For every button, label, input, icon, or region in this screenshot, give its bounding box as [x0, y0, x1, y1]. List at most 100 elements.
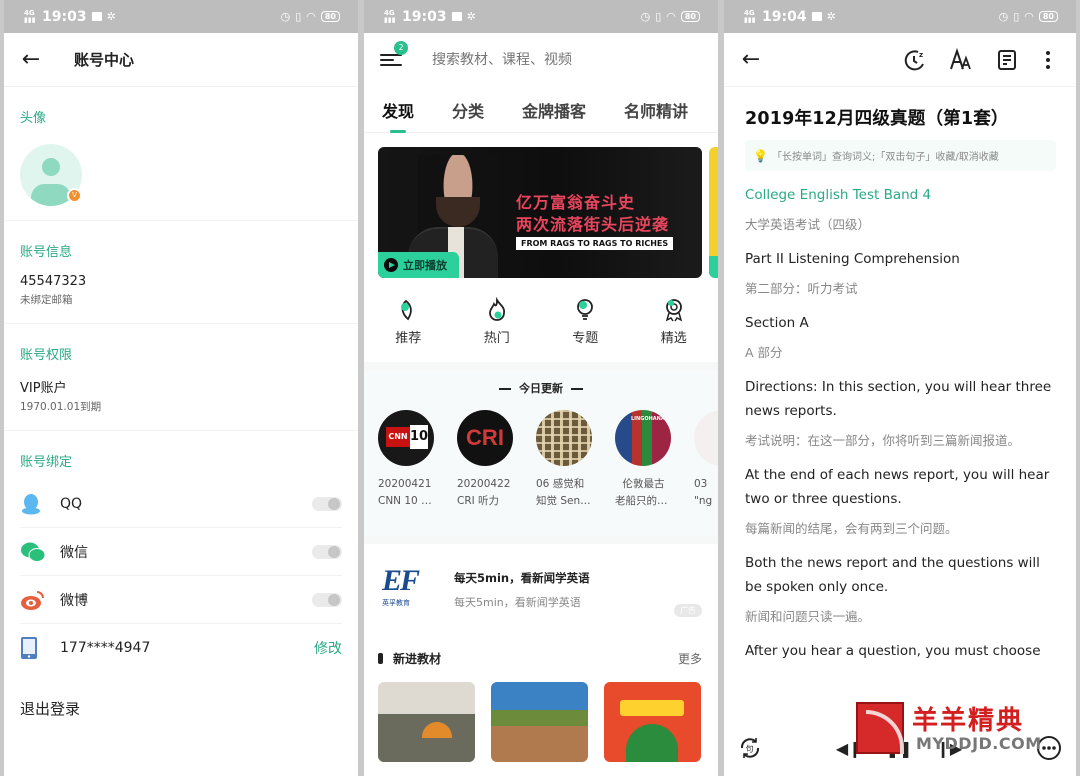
sentence-en[interactable]: Directions: In this section, you will he…: [745, 375, 1056, 423]
menu-button[interactable]: 2: [380, 41, 408, 69]
nav-hot[interactable]: 热门: [467, 297, 527, 346]
sentence-loop-button[interactable]: 句: [738, 736, 762, 760]
lightbulb-icon: [577, 299, 594, 320]
banner-headline-1: 亿万富翁奋斗史: [516, 193, 636, 212]
nav-featured[interactable]: 精选: [644, 297, 704, 346]
banner-carousel[interactable]: 亿万富翁奋斗史 两次流落街头后逆袭 FROM RAGS TO RAGS TO R…: [364, 147, 718, 287]
previous-button[interactable]: ◀❙: [836, 739, 862, 758]
item-cover: [536, 410, 592, 466]
avatar-body-icon: [31, 184, 71, 206]
sentence-en[interactable]: After you hear a question, you must choo…: [745, 639, 1056, 663]
list-item[interactable]: CRI 20200422 CRI 听力: [457, 410, 514, 510]
binding-section-label: 账号绑定: [20, 455, 73, 470]
account-info-section-label: 账号信息: [20, 245, 73, 260]
nav-topic[interactable]: 专题: [555, 297, 615, 346]
vip-label: VIP账户: [20, 381, 67, 396]
vip-info: VIP账户 1970.01.01到期: [4, 373, 358, 431]
book-cover[interactable]: [491, 682, 588, 762]
more-horizontal-icon: [1037, 736, 1061, 760]
avatar-head-icon: [42, 158, 60, 176]
reader-screen: 4G ▮▮▮ 19:04 ✲ ◷ ▯ ◠ 80 ← z 2019年12月四级真题（…: [724, 0, 1076, 776]
binding-label: 微信: [60, 544, 88, 561]
player-more-button[interactable]: [1036, 735, 1062, 761]
font-size-button[interactable]: [938, 47, 984, 72]
sentence-en[interactable]: Both the news report and the questions w…: [745, 551, 1056, 599]
book-cover[interactable]: [378, 682, 475, 762]
weibo-toggle[interactable]: [312, 592, 342, 607]
battery-icon: 80: [1038, 11, 1058, 22]
app-bar: ← 账号中心: [4, 33, 358, 87]
next-button[interactable]: ❙▶: [936, 739, 962, 758]
list-item[interactable]: 03 "ng: [694, 410, 718, 510]
back-button[interactable]: ←: [724, 47, 778, 72]
new-materials-title: 新进教材: [393, 651, 442, 666]
wechat-toggle[interactable]: [312, 544, 342, 559]
ad-card[interactable]: EF 英孚教育 每天5min，看新闻学英语 每天5min，看新闻学英语 广告: [364, 544, 718, 640]
next-banner-peek[interactable]: [709, 147, 718, 278]
qq-icon: [20, 493, 60, 515]
list-item[interactable]: CNN 10 20200421 CNN 10 …: [378, 410, 435, 510]
status-time: 19:04: [762, 8, 807, 25]
list-item[interactable]: 伦敦最古 老船只的…: [615, 410, 672, 510]
binding-row-qq: QQ: [20, 480, 342, 528]
sentence-loop-icon: 句: [740, 738, 760, 758]
vibrate-icon: ▯: [1013, 10, 1020, 23]
list-item[interactable]: 06 感觉和 知觉 Sen…: [536, 410, 593, 510]
sentence-en[interactable]: College English Test Band 4: [745, 183, 1056, 207]
nav-label: 热门: [483, 331, 510, 346]
tab-discover[interactable]: 发现: [382, 98, 414, 133]
nav-recommend[interactable]: 推荐: [378, 297, 438, 346]
sentence-en[interactable]: Part II Listening Comprehension: [745, 247, 1056, 271]
phone-icon: [20, 636, 60, 660]
sleep-timer-button[interactable]: z: [892, 48, 938, 72]
item-title-1: 03: [694, 478, 708, 490]
binding-label: 微博: [60, 592, 88, 609]
vip-expiry: 1970.01.01到期: [20, 401, 102, 413]
tip-text: 「长按单词」查询词义;「双击句子」收藏/取消收藏: [771, 152, 999, 163]
user-id: 45547323: [20, 274, 87, 289]
email-status: 未绑定邮箱: [20, 294, 73, 306]
notification-icon: [811, 12, 822, 21]
today-title-text: 今日更新: [519, 382, 563, 395]
item-title-1: 20200422: [457, 478, 511, 490]
sentence-en[interactable]: At the end of each news report, you will…: [745, 463, 1056, 511]
avatar-row[interactable]: V: [4, 136, 358, 221]
nav-label: 专题: [572, 331, 599, 346]
item-title-2: 知觉 Sen…: [536, 495, 591, 507]
wifi-icon: ◠: [666, 10, 676, 23]
banner-tagline: FROM RAGS TO RAGS TO RICHES: [516, 237, 674, 250]
logout-button[interactable]: 退出登录: [4, 672, 358, 745]
svg-text:z: z: [919, 51, 923, 59]
qq-toggle[interactable]: [312, 496, 342, 511]
edit-phone-button[interactable]: 修改: [314, 638, 342, 658]
more-options-button[interactable]: [1030, 48, 1066, 72]
notification-icon: [451, 12, 462, 21]
document-title: 2019年12月四级真题（第1套）: [745, 109, 1009, 129]
search-input[interactable]: [432, 52, 672, 68]
avatar-section-label: 头像: [20, 111, 47, 126]
play-now-label: 立即播放: [403, 259, 447, 272]
notes-button[interactable]: [984, 48, 1030, 72]
pause-button[interactable]: ❚❚: [886, 739, 913, 758]
banner[interactable]: 亿万富翁奋斗史 两次流落街头后逆袭 FROM RAGS TO RAGS TO R…: [378, 147, 702, 278]
back-button[interactable]: ←: [4, 47, 58, 72]
alarm-icon: ◷: [640, 10, 651, 23]
item-title-1: 伦敦最古: [622, 478, 665, 490]
new-materials-header: 新进教材 更多: [364, 644, 718, 672]
phone-number: 177****4947: [60, 640, 151, 656]
vip-badge-icon: V: [67, 188, 82, 203]
tab-category[interactable]: 分类: [452, 98, 484, 122]
arrow-left-icon: ←: [21, 47, 41, 72]
tab-teacher[interactable]: 名师精讲: [624, 98, 688, 122]
bluetooth-icon: ✲: [826, 10, 836, 23]
book-cover[interactable]: [604, 682, 701, 762]
vibrate-icon: ▯: [655, 10, 662, 23]
cover-logo-number: 10: [410, 425, 428, 449]
usage-tip: 💡 「长按单词」查询词义;「双击句子」收藏/取消收藏: [745, 140, 1056, 171]
play-now-button[interactable]: 立即播放: [378, 252, 459, 278]
sentence-zh: 新闻和问题只读一遍。: [745, 609, 871, 624]
sentence-en[interactable]: Section A: [745, 311, 1056, 335]
more-button[interactable]: 更多: [678, 650, 702, 667]
notes-icon: [998, 49, 1016, 70]
tab-podcast[interactable]: 金牌播客: [522, 98, 586, 122]
